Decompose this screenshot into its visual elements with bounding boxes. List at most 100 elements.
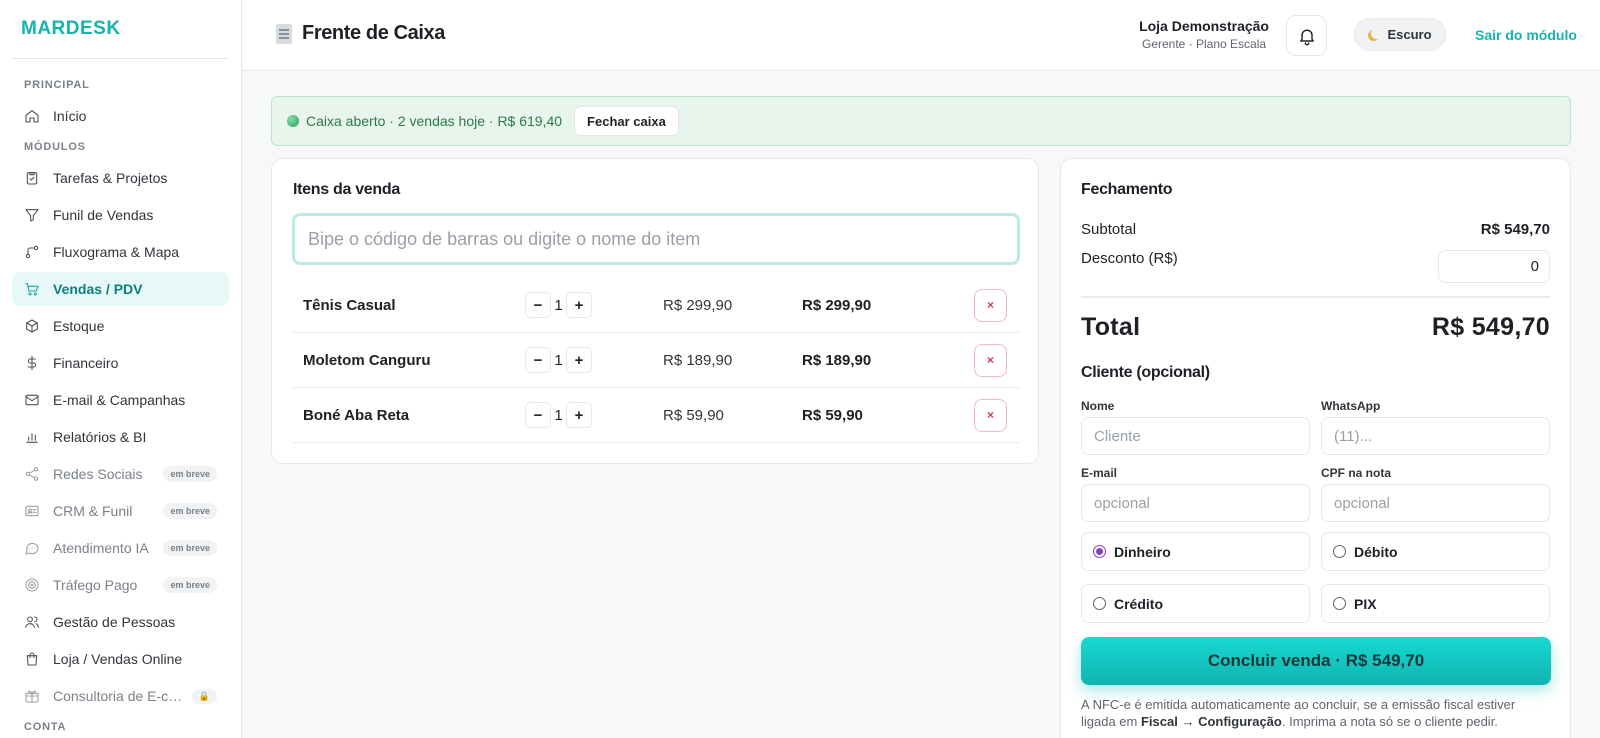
payment-option-credito[interactable]: Crédito bbox=[1081, 584, 1310, 623]
gift-icon bbox=[24, 688, 40, 704]
radio-icon bbox=[1333, 597, 1346, 610]
sidebar-item-fluxograma[interactable]: Fluxograma & Mapa bbox=[12, 235, 229, 269]
fiscal-config-path: Fiscal → Configuração bbox=[1140, 714, 1282, 729]
share-icon bbox=[24, 466, 40, 482]
sidebar-item-vendas-pdv[interactable]: Vendas / PDV bbox=[12, 272, 229, 306]
theme-toggle-label: Escuro bbox=[1387, 27, 1432, 42]
receipt-icon bbox=[276, 23, 292, 44]
sidebar-item-gestao-pessoas[interactable]: Gestão de Pessoas bbox=[12, 605, 229, 639]
finish-sale-button[interactable]: Concluir venda · R$ 549,70 bbox=[1081, 637, 1551, 685]
quantity-stepper: − 1 + bbox=[525, 402, 592, 428]
email-input[interactable] bbox=[1081, 484, 1310, 522]
sidebar-item-label: CRM & Funil bbox=[53, 503, 133, 519]
sidebar-item-label: Vendas / PDV bbox=[53, 281, 143, 297]
remove-item-button[interactable]: × bbox=[974, 398, 1007, 432]
divider bbox=[1081, 296, 1550, 298]
sidebar-item-label: Tráfego Pago bbox=[53, 577, 138, 593]
cart-icon bbox=[24, 281, 40, 297]
cpf-input[interactable] bbox=[1321, 484, 1550, 522]
coming-soon-badge: em breve bbox=[163, 503, 217, 519]
sidebar-item-redes-sociais[interactable]: Redes Sociais em breve bbox=[12, 457, 229, 491]
sidebar-item-funil[interactable]: Funil de Vendas bbox=[12, 198, 229, 232]
table-row: Moletom Canguru − 1 + R$ 189,90 R$ 189,9… bbox=[292, 333, 1020, 388]
client-name-input[interactable] bbox=[1081, 417, 1310, 455]
coming-soon-badge: em breve bbox=[163, 540, 217, 556]
sidebar-item-label: Estoque bbox=[53, 318, 105, 334]
sidebar-item-email[interactable]: E-mail & Campanhas bbox=[12, 383, 229, 417]
sidebar-item-estoque[interactable]: Estoque bbox=[12, 309, 229, 343]
sidebar-item-loja-online[interactable]: Loja / Vendas Online bbox=[12, 642, 229, 676]
nav-section-conta: CONTA bbox=[24, 721, 67, 733]
name-field-label: Nome bbox=[1081, 399, 1115, 413]
sidebar: MARDESK PRINCIPAL Início MÓDULOS Tarefas… bbox=[0, 0, 242, 738]
unit-price: R$ 189,90 bbox=[663, 351, 733, 369]
quantity-stepper: − 1 + bbox=[525, 347, 592, 373]
top-header: Frente de Caixa Loja Demonstração Gerent… bbox=[242, 0, 1600, 71]
payment-option-label: Dinheiro bbox=[1114, 543, 1171, 560]
decrease-qty-button[interactable]: − bbox=[525, 347, 551, 373]
radio-icon bbox=[1333, 545, 1346, 558]
whatsapp-input[interactable] bbox=[1321, 417, 1550, 455]
remove-item-button[interactable]: × bbox=[974, 288, 1007, 322]
notifications-button[interactable] bbox=[1286, 15, 1327, 56]
filter-icon bbox=[24, 207, 40, 223]
sale-items-title: Itens da venda bbox=[293, 181, 400, 198]
item-name: Boné Aba Reta bbox=[303, 406, 410, 424]
close-register-button[interactable]: Fechar caixa bbox=[574, 106, 679, 136]
payment-option-label: PIX bbox=[1354, 595, 1377, 612]
line-total: R$ 59,90 bbox=[802, 406, 863, 424]
chat-icon bbox=[24, 540, 40, 556]
quantity-value: 1 bbox=[554, 406, 563, 424]
brand-logo[interactable]: MARDESK bbox=[12, 0, 229, 59]
decrease-qty-button[interactable]: − bbox=[525, 292, 551, 318]
status-text: Caixa aberto · 2 vendas hoje · R$ 619,40 bbox=[306, 113, 563, 129]
theme-toggle-button[interactable]: Escuro bbox=[1354, 18, 1446, 51]
mail-icon bbox=[24, 392, 40, 408]
home-icon bbox=[24, 108, 40, 124]
radio-selected-icon bbox=[1093, 545, 1106, 558]
increase-qty-button[interactable]: + bbox=[566, 402, 592, 428]
sidebar-item-consultoria[interactable]: Consultoria de E-commerce 🔒 bbox=[12, 679, 229, 713]
remove-item-button[interactable]: × bbox=[974, 343, 1007, 377]
unit-price: R$ 59,90 bbox=[663, 406, 724, 424]
item-name: Moletom Canguru bbox=[303, 351, 431, 369]
subtotal-label: Subtotal bbox=[1081, 221, 1137, 238]
payment-option-label: Crédito bbox=[1114, 595, 1163, 612]
sidebar-item-label: Financeiro bbox=[53, 355, 119, 371]
sidebar-item-trafego-pago[interactable]: Tráfego Pago em breve bbox=[12, 568, 229, 602]
barcode-search-input[interactable] bbox=[292, 213, 1020, 265]
subtotal-value: R$ 549,70 bbox=[1480, 221, 1550, 238]
clipboard-icon bbox=[24, 170, 40, 186]
sidebar-item-tarefas[interactable]: Tarefas & Projetos bbox=[12, 161, 229, 195]
quantity-value: 1 bbox=[554, 351, 563, 369]
increase-qty-button[interactable]: + bbox=[566, 347, 592, 373]
sidebar-item-crm[interactable]: CRM & Funil em breve bbox=[12, 494, 229, 528]
shopping-bag-icon bbox=[24, 651, 40, 667]
sidebar-item-label: E-mail & Campanhas bbox=[53, 392, 186, 408]
cash-register-status: Caixa aberto · 2 vendas hoje · R$ 619,40… bbox=[271, 96, 1571, 146]
decrease-qty-button[interactable]: − bbox=[525, 402, 551, 428]
coming-soon-badge: em breve bbox=[163, 466, 217, 482]
increase-qty-button[interactable]: + bbox=[566, 292, 592, 318]
sidebar-item-atendimento-ia[interactable]: Atendimento IA em breve bbox=[12, 531, 229, 565]
bell-icon bbox=[1299, 29, 1314, 45]
email-field-label: E-mail bbox=[1081, 466, 1118, 480]
sidebar-item-relatorios[interactable]: Relatórios & BI bbox=[12, 420, 229, 454]
discount-input[interactable] bbox=[1438, 250, 1550, 283]
nav-section-modulos: MÓDULOS bbox=[24, 141, 86, 153]
whatsapp-field-label: WhatsApp bbox=[1321, 399, 1381, 413]
line-total: R$ 189,90 bbox=[802, 351, 872, 369]
fiscal-note: A NFC-e é emitida automaticamente ao con… bbox=[1081, 696, 1551, 730]
sidebar-item-inicio[interactable]: Início bbox=[12, 99, 229, 133]
flow-icon bbox=[24, 244, 40, 260]
payment-option-dinheiro[interactable]: Dinheiro bbox=[1081, 532, 1310, 571]
payment-option-debito[interactable]: Débito bbox=[1321, 532, 1550, 571]
store-info[interactable]: Loja Demonstração Gerente · Plano Escala bbox=[1139, 18, 1269, 51]
total-value: R$ 549,70 bbox=[1431, 313, 1550, 341]
exit-module-link[interactable]: Sair do módulo bbox=[1475, 27, 1577, 43]
sidebar-item-label: Fluxograma & Mapa bbox=[53, 244, 180, 260]
moon-icon bbox=[1371, 28, 1382, 39]
total-label: Total bbox=[1081, 313, 1141, 341]
payment-option-pix[interactable]: PIX bbox=[1321, 584, 1550, 623]
sidebar-item-financeiro[interactable]: Financeiro bbox=[12, 346, 229, 380]
